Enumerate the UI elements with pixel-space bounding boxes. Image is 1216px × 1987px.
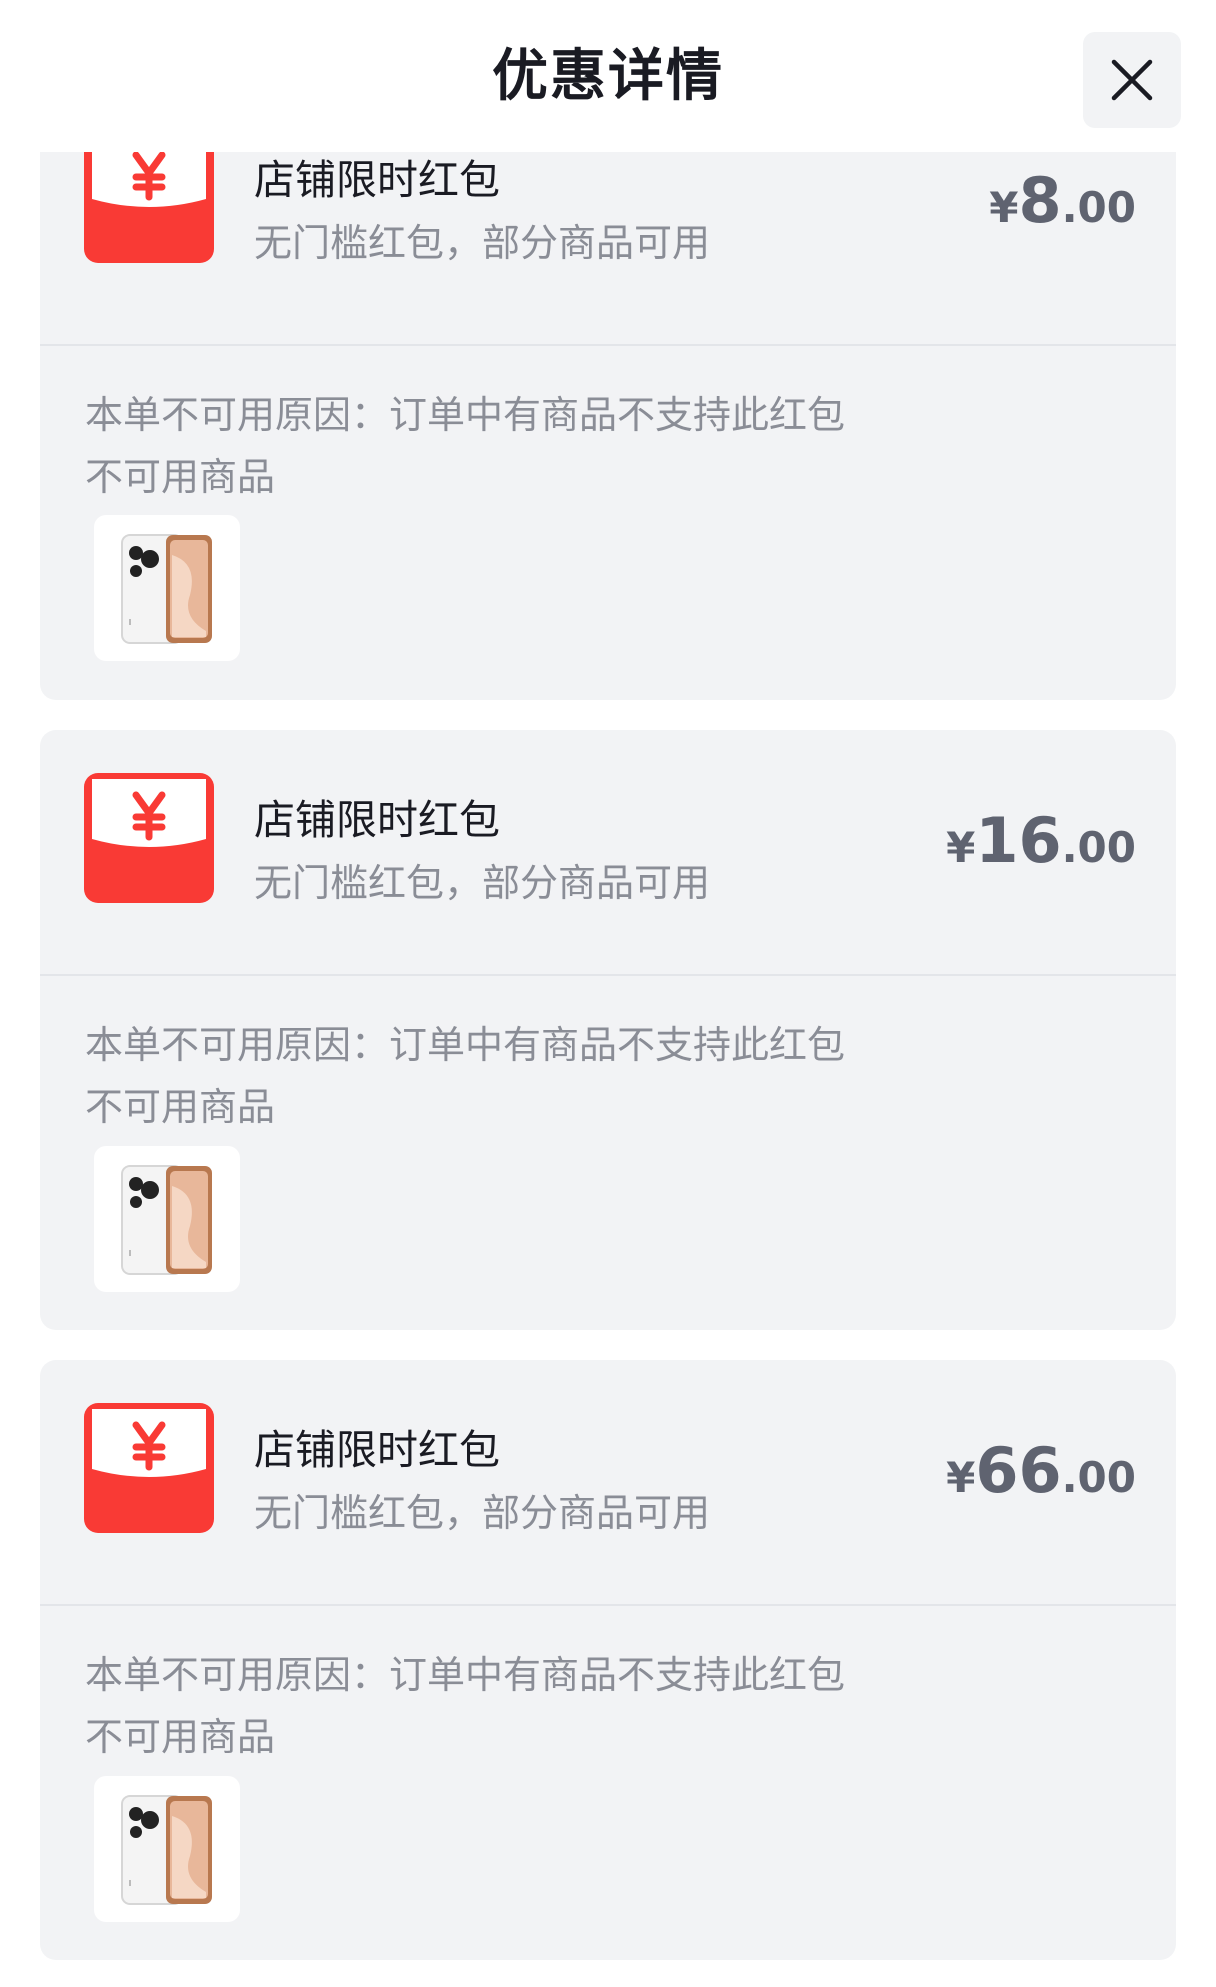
header: 优惠详情 (0, 0, 1216, 152)
unusable-products-label: 不可用商品 (85, 455, 276, 499)
amount-decimal: .00 (1061, 823, 1136, 872)
currency-symbol: ¥ (946, 823, 976, 872)
coupon-name: 店铺限时红包 (254, 1426, 500, 1474)
phone-image (121, 534, 212, 644)
amount-decimal: .00 (1061, 1453, 1136, 1502)
coupon-description: 无门槛红包，部分商品可用 (254, 861, 711, 905)
coupon-description: 无门槛红包，部分商品可用 (254, 221, 711, 265)
product-thumbnail[interactable] (94, 1146, 240, 1292)
unavailable-reason: 本单不可用原因：订单中有商品不支持此红包 (85, 393, 846, 437)
coupon-card[interactable]: 店铺限时红包 无门槛红包，部分商品可用 ¥8.00 本单不可用原因：订单中有商品… (40, 100, 1176, 700)
amount-decimal: .00 (1061, 183, 1136, 232)
close-button[interactable] (1083, 32, 1181, 128)
red-packet-icon (84, 773, 214, 903)
coupon-card[interactable]: 店铺限时红包 无门槛红包，部分商品可用 ¥66.00 本单不可用原因：订单中有商… (40, 1360, 1176, 1960)
unavailable-reason: 本单不可用原因：订单中有商品不支持此红包 (85, 1023, 846, 1067)
coupon-amount: ¥66.00 (946, 1436, 1136, 1522)
page-title: 优惠详情 (492, 44, 724, 109)
coupon-description: 无门槛红包，部分商品可用 (254, 1491, 711, 1535)
bottom-edge (0, 1965, 1216, 1987)
coupon-name: 店铺限时红包 (254, 796, 500, 844)
divider (40, 974, 1176, 976)
unusable-products-label: 不可用商品 (85, 1715, 276, 1759)
phone-image (121, 1795, 212, 1905)
unusable-products-label: 不可用商品 (85, 1085, 276, 1129)
product-thumbnail[interactable] (94, 1776, 240, 1922)
red-packet-icon (84, 1403, 214, 1533)
phone-image (121, 1165, 212, 1275)
divider (40, 1604, 1176, 1606)
divider (40, 344, 1176, 346)
coupon-summary: 店铺限时红包 无门槛红包，部分商品可用 ¥16.00 (40, 730, 1176, 974)
red-packet-icon (84, 133, 214, 263)
amount-integer: 66 (975, 1434, 1062, 1507)
coupon-card[interactable]: 店铺限时红包 无门槛红包，部分商品可用 ¥16.00 本单不可用原因：订单中有商… (40, 730, 1176, 1330)
amount-integer: 16 (975, 804, 1062, 877)
close-icon (1111, 59, 1153, 101)
product-thumbnail[interactable] (94, 515, 240, 661)
amount-integer: 8 (1018, 164, 1062, 237)
currency-symbol: ¥ (946, 1453, 976, 1502)
currency-symbol: ¥ (989, 183, 1019, 232)
coupon-amount: ¥16.00 (946, 806, 1136, 892)
coupon-amount: ¥8.00 (989, 166, 1136, 252)
coupon-name: 店铺限时红包 (254, 156, 500, 204)
coupon-summary: 店铺限时红包 无门槛红包，部分商品可用 ¥66.00 (40, 1360, 1176, 1604)
unavailable-reason: 本单不可用原因：订单中有商品不支持此红包 (85, 1653, 846, 1697)
